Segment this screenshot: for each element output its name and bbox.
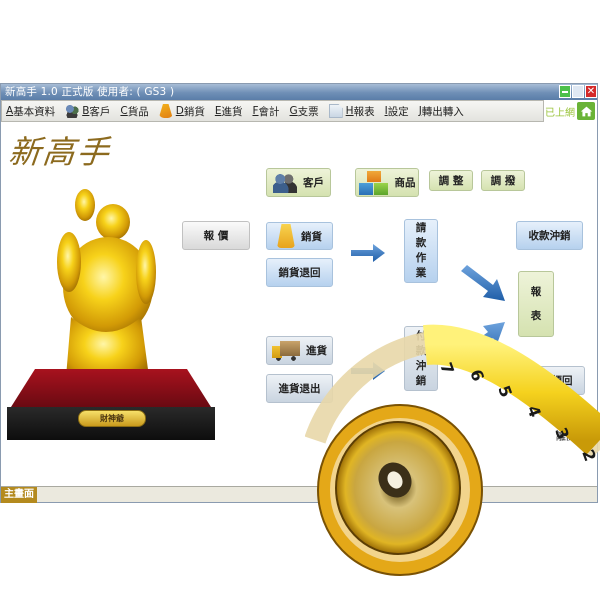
document-icon [328,104,343,118]
home-icon [580,106,592,116]
menu-item-accounting[interactable]: F 會計 [252,104,279,119]
billing-button[interactable]: 請 款 作 業 [404,219,438,283]
people-icon [65,104,80,118]
menu-key: G [289,105,298,117]
menu-key: B [82,105,90,117]
menu-label: 報表 [353,105,375,118]
shopping-bag-icon [277,224,295,248]
menu-item-goods[interactable]: C 貨品 [120,104,148,119]
purchase-return-button[interactable]: 進貨退出 [266,374,333,403]
menu-key: A [6,105,14,117]
sales-button[interactable]: 銷貨 [266,222,333,250]
menu-bar: A 基本資料 B 客戶 C 貨品 D 銷貨 E 進貨 F 會計 G 支票 H 報表 I 設定 [1,100,544,122]
truck-icon [272,340,300,361]
golden-statue-image [57,189,156,385]
report-button[interactable]: 報 表 [518,271,554,337]
customer-button[interactable]: 客戶 [266,168,331,197]
customer-label: 客戶 [303,177,324,189]
minimize-button[interactable] [559,85,571,98]
sales-return-button[interactable]: 銷貨退回 [266,258,333,287]
menu-item-settings[interactable]: I 設定 [385,104,409,119]
billing-char: 業 [415,267,427,279]
maximize-button[interactable] [572,85,584,98]
purchase-label: 進貨 [306,345,327,357]
close-button[interactable]: ✕ [585,85,597,98]
menu-label: 轉出轉入 [421,105,464,118]
quote-button[interactable]: 報 價 [182,221,250,250]
menu-label: 會計 [258,105,280,118]
menu-label: 進貨 [221,105,243,118]
app-logo: 新高手 [6,133,113,171]
window-title: 新高手 1.0 正式版 使用者: ( GS3 ) [5,86,175,98]
menu-label: 客戶 [89,105,111,118]
main-content: 新高手 財神爺 客戶 商品 調 整 調 撥 報 價 銷貨 銷貨退回 請 款 作 … [1,122,597,486]
arrow-right-icon [351,244,385,262]
transfer-button[interactable]: 調 撥 [481,170,525,191]
adjust-button[interactable]: 調 整 [429,170,473,191]
main-screen-tab[interactable]: 主畫面 [1,487,37,503]
billing-char: 作 [415,252,427,264]
status-bar: 主畫面 [1,486,597,503]
exit-label[interactable]: 離開 [556,428,576,443]
sales-label: 銷貨 [301,230,322,243]
online-status-area: 已上網 [543,100,595,122]
report-char: 表 [530,310,542,322]
report-char: 報 [530,286,542,298]
payment-char: 沖 [415,359,427,372]
goods-label: 商品 [394,177,416,189]
menu-item-import-export[interactable]: J 轉出轉入 [419,104,464,119]
receipt-offset-button[interactable]: 收款沖銷 [516,221,583,250]
menu-key: H [345,105,354,117]
menu-label: 設定 [387,105,409,118]
home-button[interactable] [577,102,595,120]
menu-item-checks[interactable]: G 支票 [290,104,319,119]
billing-char: 款 [415,237,427,249]
payment-char: 銷 [415,374,427,387]
billing-char: 請 [415,222,427,234]
app-window: 新高手 1.0 正式版 使用者: ( GS3 ) ✕ A 基本資料 B 客戶 C 貨品… [0,83,598,503]
menu-item-reports[interactable]: H 報表 [328,104,375,119]
statue-plaque: 財神爺 [78,410,146,427]
menu-label: 基本資料 [13,105,56,118]
people-icon [273,172,297,193]
window-controls: ✕ [559,85,597,98]
arrow-up-right-icon [461,322,505,358]
menu-label: 支票 [297,105,319,118]
arrow-down-right-icon [461,265,505,301]
payment-offset-button[interactable]: 付 款 沖 銷 [404,326,438,391]
menu-label: 貨品 [127,105,149,118]
arrow-right-icon [351,362,385,380]
goods-button[interactable]: 商品 [355,168,419,197]
menu-item-sales[interactable]: D 銷貨 [158,104,205,119]
menu-item-basic-data[interactable]: A 基本資料 [6,104,55,119]
menu-key: E [214,105,222,117]
menu-key: C [120,105,128,117]
bag-icon [158,104,173,118]
boxes-icon [358,170,389,195]
payment-char: 付 [415,329,427,342]
purchase-button[interactable]: 進貨 [266,336,333,365]
payment-char: 款 [415,344,427,357]
menu-key: D [175,105,184,117]
title-bar[interactable]: 新高手 1.0 正式版 使用者: ( GS3 ) ✕ [1,84,597,100]
menu-item-customer[interactable]: B 客戶 [65,104,110,119]
menu-label: 銷貨 [183,105,205,118]
online-status: 已上網 [545,107,575,119]
consignment-return-button[interactable]: 寄庫領回 [518,366,585,395]
statue-pedestal-top [11,369,211,407]
menu-item-purchase[interactable]: E 進貨 [215,104,243,119]
